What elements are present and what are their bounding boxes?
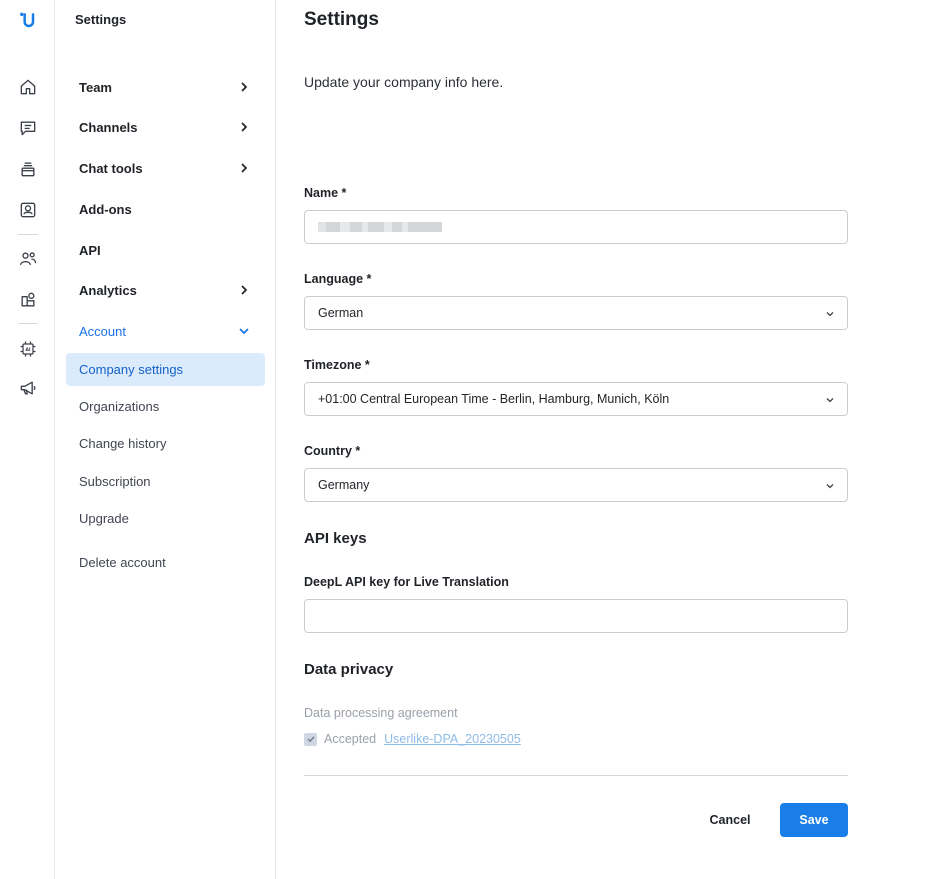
- dpa-label: Data processing agreement: [304, 706, 458, 720]
- chevron-down-icon: [826, 398, 834, 403]
- language-select[interactable]: German: [304, 296, 848, 330]
- rail-divider: [18, 234, 38, 235]
- inbox-icon[interactable]: [15, 156, 41, 182]
- sidebar-item-account[interactable]: Account: [66, 315, 265, 348]
- timezone-select[interactable]: +01:00 Central European Time - Berlin, H…: [304, 382, 848, 416]
- deepl-api-key-input[interactable]: [304, 599, 848, 633]
- form-divider: [304, 775, 848, 776]
- sidebar-subitem-company-settings[interactable]: Company settings: [66, 353, 265, 386]
- deepl-api-key-label: DeepL API key for Live Translation: [304, 575, 509, 589]
- dpa-accepted-label: Accepted: [324, 732, 377, 746]
- settings-sidebar: Settings Team Channels Chat tools Add-on…: [55, 0, 276, 879]
- dpa-accepted-checkbox[interactable]: [304, 732, 317, 746]
- chevron-down-icon: [239, 328, 249, 335]
- dpa-accepted-row: Accepted Userlike-DPA_20230505: [304, 732, 521, 746]
- home-icon[interactable]: [15, 74, 41, 100]
- country-label: Country *: [304, 444, 361, 458]
- chat-icon[interactable]: [15, 115, 41, 141]
- sidebar-subitem-label: Company settings: [79, 362, 184, 377]
- sidebar-item-label: Chat tools: [79, 161, 143, 176]
- sidebar-item-label: Analytics: [79, 283, 137, 298]
- svg-text:AI: AI: [25, 347, 31, 353]
- chevron-down-icon: [826, 484, 834, 489]
- userlike-logo-icon[interactable]: [15, 8, 41, 34]
- country-select[interactable]: Germany: [304, 468, 848, 502]
- sidebar-item-api[interactable]: API: [66, 234, 265, 267]
- sidebar-subitem-subscription[interactable]: Subscription: [66, 465, 265, 498]
- sidebar-subitem-label: Organizations: [79, 399, 160, 414]
- sidebar-item-label: Team: [79, 80, 112, 95]
- sidebar-item-label: Account: [79, 324, 126, 339]
- timezone-value: +01:00 Central European Time - Berlin, H…: [318, 392, 670, 406]
- api-keys-heading: API keys: [304, 530, 367, 547]
- sidebar-subitem-organizations[interactable]: Organizations: [66, 390, 265, 423]
- name-input[interactable]: [304, 210, 848, 244]
- integrations-icon[interactable]: [15, 287, 41, 313]
- sidebar-subitem-upgrade[interactable]: Upgrade: [66, 502, 265, 535]
- sidebar-subitem-change-history[interactable]: Change history: [66, 427, 265, 460]
- sidebar-subitem-label: Delete account: [79, 555, 166, 570]
- sidebar-item-label: API: [79, 243, 101, 258]
- data-privacy-heading: Data privacy: [304, 661, 394, 678]
- sidebar-item-analytics[interactable]: Analytics: [66, 274, 265, 307]
- timezone-label: Timezone *: [304, 358, 370, 372]
- megaphone-icon[interactable]: [15, 375, 41, 401]
- company-settings-form: Settings Update your company info here. …: [276, 0, 950, 879]
- sidebar-item-team[interactable]: Team: [66, 71, 265, 104]
- sidebar-item-label: Channels: [79, 120, 138, 135]
- sidebar-subitem-label: Upgrade: [79, 511, 129, 526]
- ai-chip-icon[interactable]: AI: [15, 336, 41, 362]
- dpa-document-link[interactable]: Userlike-DPA_20230505: [384, 732, 521, 746]
- name-label: Name *: [304, 186, 347, 200]
- country-value: Germany: [318, 478, 370, 492]
- sidebar-subitem-delete-account[interactable]: Delete account: [66, 546, 265, 579]
- checkmark-icon: [307, 736, 315, 743]
- contacts-icon[interactable]: [15, 197, 41, 223]
- sidebar-title: Settings: [75, 12, 127, 27]
- chevron-down-icon: [826, 312, 834, 317]
- rail-divider: [18, 323, 38, 324]
- sidebar-item-label: Add-ons: [79, 202, 132, 217]
- cancel-button[interactable]: Cancel: [698, 803, 762, 837]
- sidebar-item-chat-tools[interactable]: Chat tools: [66, 152, 265, 185]
- sidebar-subitem-label: Change history: [79, 436, 167, 451]
- sidebar-item-add-ons[interactable]: Add-ons: [66, 193, 265, 226]
- chevron-right-icon: [241, 122, 248, 132]
- page-title: Settings: [304, 9, 379, 30]
- icon-rail: AI: [0, 0, 55, 879]
- save-button[interactable]: Save: [780, 803, 848, 837]
- chevron-right-icon: [241, 163, 248, 173]
- redacted-name-value: [318, 221, 442, 233]
- language-value: German: [318, 306, 364, 320]
- chevron-right-icon: [241, 82, 248, 92]
- sidebar-subitem-label: Subscription: [79, 474, 151, 489]
- sidebar-item-channels[interactable]: Channels: [66, 111, 265, 144]
- page-subtitle: Update your company info here.: [304, 74, 504, 90]
- language-label: Language *: [304, 272, 372, 286]
- chevron-right-icon: [241, 285, 248, 295]
- team-icon[interactable]: [15, 246, 41, 272]
